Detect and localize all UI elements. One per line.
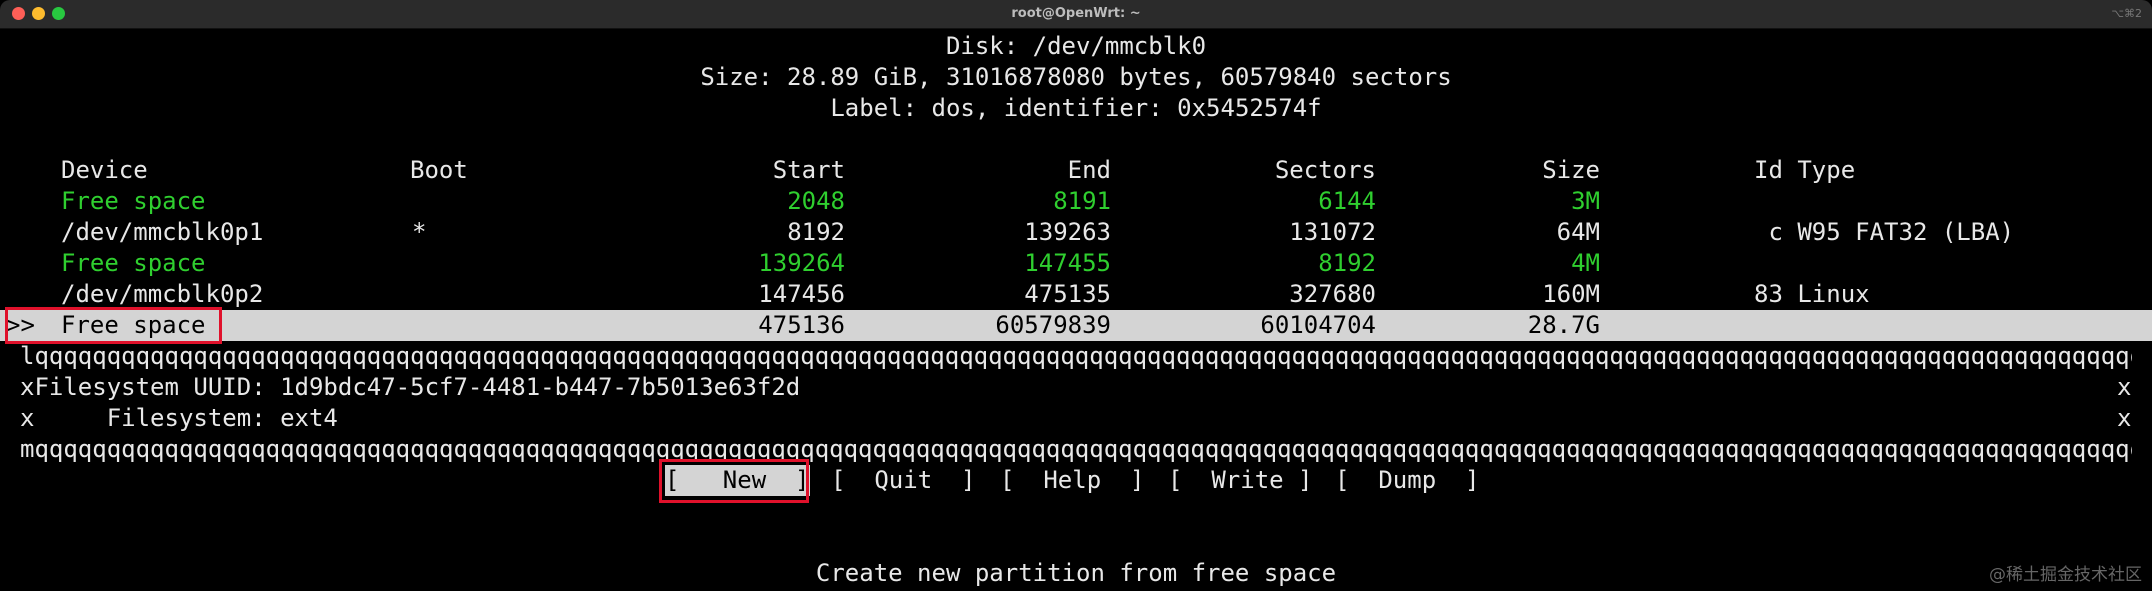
header-start: Start [772,156,845,184]
partition-row-selected[interactable]: >> Free space 475136 60579839 60104704 2… [0,310,2152,341]
filesystem-uuid: xFilesystem UUID: 1d9bdc47-5cf7-4481-b44… [20,373,801,401]
terminal-window: root@OpenWrt: ~ ⌥⌘2 Disk: /dev/mmcblk0 S… [0,0,2152,591]
info-right-edge: x [2117,404,2132,432]
row-end: 475135 [1024,280,1111,308]
row-device: /dev/mmcblk0p2 [61,280,264,308]
new-button[interactable]: [ New ] [665,465,810,496]
terminal-content[interactable]: Disk: /dev/mmcblk0 Size: 28.89 GiB, 3101… [0,28,2152,591]
header-size: Size [1542,156,1600,184]
row-size: 3M [1571,187,1600,215]
row-boot-flag: * [412,218,427,246]
info-right-edge: x [2117,373,2132,401]
row-start: 8192 [787,218,845,246]
row-end: 147455 [1024,249,1111,277]
row-start: 147456 [758,280,845,308]
partition-row[interactable]: /dev/mmcblk0p1 * 8192 139263 131072 64M … [0,217,2152,248]
table-header: Device Boot Start End Sectors Size Id Ty… [0,155,2152,186]
row-device: Free space [61,249,206,277]
row-start: 2048 [787,187,845,215]
row-start: 139264 [758,249,845,277]
row-size: 160M [1542,280,1600,308]
row-id-type: c W95 FAT32 (LBA) [1754,218,2015,246]
info-bottom-border: mqqqqqqqqqqqqqqqqqqqqqqqqqqqqqqqqqqqqqqq… [20,435,2132,463]
partition-row[interactable]: Free space 2048 8191 6144 3M [0,186,2152,217]
write-button[interactable]: [ Write ] [1168,465,1313,496]
header-id-type: Id Type [1754,156,1856,184]
disk-label: Label: dos, identifier: 0x5452574f [830,94,1322,122]
row-device: /dev/mmcblk0p1 [61,218,264,246]
filesystem-type: x Filesystem: ext4 [20,404,338,432]
quit-button[interactable]: [ Quit ] [831,465,976,496]
row-size: 28.7G [1527,311,1600,339]
partition-row[interactable]: /dev/mmcblk0p2 147456 475135 327680 160M… [0,279,2152,310]
watermark: @稀土掘金技术社区 [1989,565,2142,585]
row-cursor: >> [6,311,35,339]
window-title: root@OpenWrt: ~ [1011,6,1141,21]
header-sectors: Sectors [1274,156,1376,184]
title-bar: root@OpenWrt: ~ ⌥⌘2 [0,0,2152,29]
action-menu: [ New ] [ Quit ] [ Help ] [ Write ] [ Du… [0,465,2152,496]
row-sectors: 6144 [1318,187,1376,215]
status-message: Create new partition from free space [815,559,1337,587]
disk-name: Disk: /dev/mmcblk0 [945,32,1207,60]
row-size: 64M [1556,218,1600,246]
row-device: Free space [61,187,206,215]
help-button[interactable]: [ Help ] [1000,465,1145,496]
row-end: 60579839 [995,311,1111,339]
row-sectors: 60104704 [1260,311,1376,339]
row-start: 475136 [758,311,845,339]
partition-row[interactable]: Free space 139264 147455 8192 4M [0,248,2152,279]
row-sectors: 8192 [1318,249,1376,277]
dump-button[interactable]: [ Dump ] [1335,465,1480,496]
row-device: Free space [61,311,206,339]
disk-size: Size: 28.89 GiB, 31016878080 bytes, 6057… [700,63,1452,91]
header-device: Device [61,156,148,184]
info-top-border: lqqqqqqqqqqqqqqqqqqqqqqqqqqqqqqqqqqqqqqq… [20,342,2132,370]
row-size: 4M [1571,249,1600,277]
row-end: 139263 [1024,218,1111,246]
header-boot: Boot [410,156,468,184]
row-end: 8191 [1053,187,1111,215]
row-sectors: 131072 [1289,218,1376,246]
header-end: End [1067,156,1111,184]
row-sectors: 327680 [1289,280,1376,308]
row-id-type: 83 Linux [1754,280,1870,308]
window-shortcut: ⌥⌘2 [2111,7,2142,20]
